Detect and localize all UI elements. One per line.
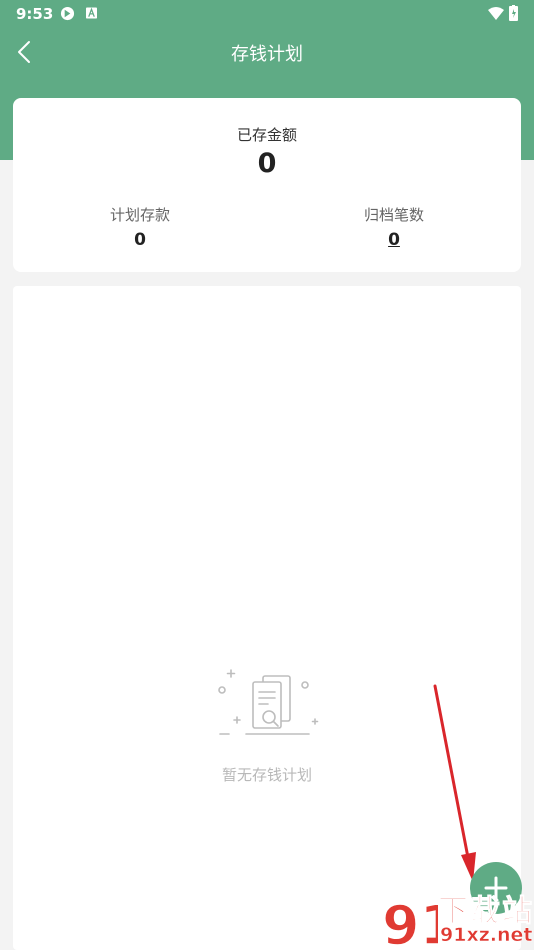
planned-deposit-value: 0 (134, 230, 146, 250)
page-title: 存钱计划 (231, 44, 303, 65)
summary-card: 已存金额 0 计划存款 0 归档笔数 0 (13, 98, 521, 272)
document-search-icon (218, 669, 319, 735)
status-time: 9:53 (16, 5, 54, 23)
app-notification-icon (60, 6, 75, 21)
saved-amount-value: 0 (257, 148, 277, 179)
wifi-icon (488, 7, 504, 20)
empty-state-text: 暂无存钱计划 (221, 766, 312, 784)
saved-amount-label: 已存金额 (236, 126, 297, 144)
text-notification-icon (86, 7, 97, 19)
site-watermark: 91 下载站 91xz.net (380, 888, 534, 950)
watermark-logo: 91 (381, 893, 438, 950)
archived-count-link[interactable]: 0 (324, 230, 464, 250)
status-bar: 9:53 (0, 0, 534, 28)
plan-list-panel: 暂无存钱计划 (13, 286, 521, 950)
planned-deposit-label: 计划存款 (109, 206, 170, 224)
svg-text:91: 91 (382, 894, 438, 950)
battery-icon (509, 5, 518, 21)
archived-count-label: 归档笔数 (363, 206, 424, 224)
watermark-url: 91xz.net (440, 924, 533, 947)
